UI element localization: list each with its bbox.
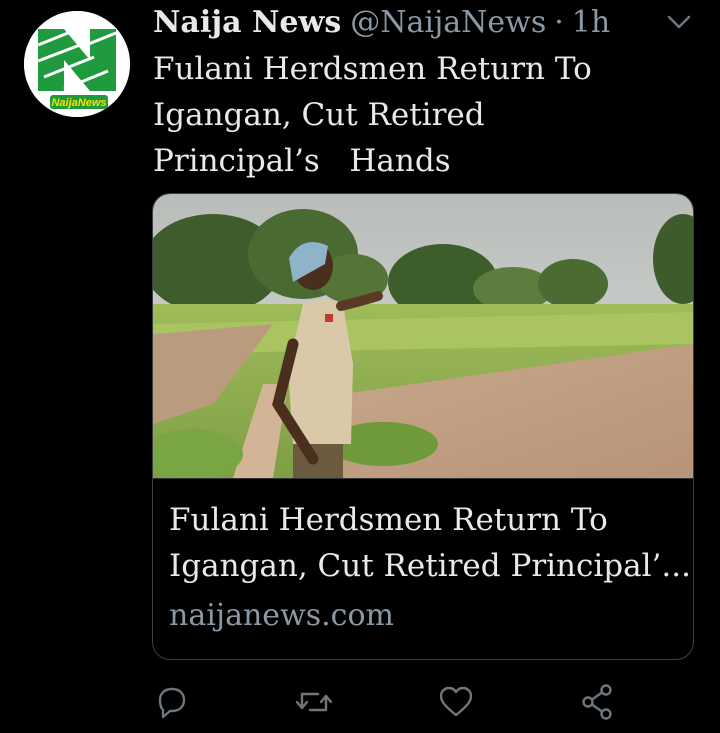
separator-dot: · bbox=[554, 5, 564, 40]
reply-button[interactable] bbox=[150, 680, 194, 724]
like-button[interactable] bbox=[434, 680, 478, 724]
more-options-button[interactable] bbox=[664, 10, 694, 34]
tweet-text-line: Principal’s Hands bbox=[153, 143, 451, 179]
svg-text:NaijaNews: NaijaNews bbox=[51, 97, 106, 109]
naija-news-logo-icon: NaijaNews bbox=[24, 11, 130, 117]
share-button[interactable] bbox=[576, 680, 620, 724]
heart-icon bbox=[439, 686, 473, 717]
avatar[interactable]: NaijaNews bbox=[24, 11, 130, 117]
card-title-line: Fulani Herdsmen Return To bbox=[169, 502, 608, 538]
author-name[interactable]: Naija News bbox=[153, 3, 341, 43]
timestamp[interactable]: 1h bbox=[572, 3, 610, 43]
card-photo bbox=[153, 194, 693, 478]
share-icon bbox=[582, 684, 612, 720]
chevron-down-icon bbox=[667, 15, 691, 29]
card-title-line: Igangan, Cut Retired Principal’... bbox=[169, 548, 691, 584]
tweet-text-line: Igangan, Cut Retired bbox=[153, 97, 485, 133]
author-handle[interactable]: @NaijaNews bbox=[350, 3, 546, 43]
reply-icon bbox=[158, 687, 186, 719]
retweet-icon bbox=[295, 692, 333, 712]
card-divider bbox=[153, 478, 693, 479]
retweet-button[interactable] bbox=[292, 680, 336, 724]
card-title[interactable]: Fulani Herdsmen Return To Igangan, Cut R… bbox=[169, 497, 691, 589]
card-image[interactable] bbox=[153, 194, 693, 478]
tweet-text-line: Fulani Herdsmen Return To bbox=[153, 51, 592, 87]
tweet-actions bbox=[150, 680, 630, 724]
card-domain: naijanews.com bbox=[169, 598, 394, 633]
link-card[interactable]: Fulani Herdsmen Return To Igangan, Cut R… bbox=[152, 193, 694, 660]
tweet-text: Fulani Herdsmen Return To Igangan, Cut R… bbox=[153, 46, 673, 184]
tweet-header: Naija News @NaijaNews · 1h bbox=[153, 3, 610, 43]
